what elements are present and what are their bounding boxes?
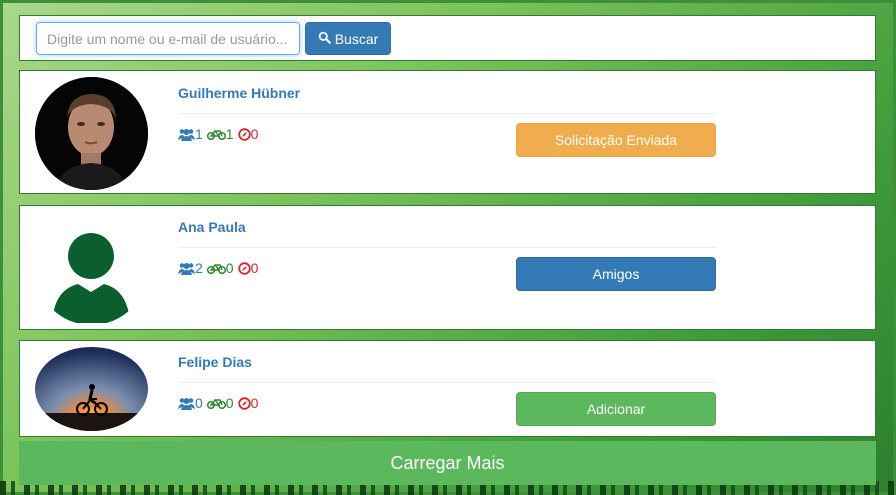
routes-count: 0 xyxy=(250,260,259,276)
rides-stat: 1 xyxy=(206,126,234,142)
compass-icon xyxy=(237,261,251,275)
user-name-link[interactable]: Guilherme Hübner xyxy=(178,85,300,101)
friend-request-sent-button[interactable]: Solicitação Enviada xyxy=(516,123,716,157)
search-input[interactable] xyxy=(36,22,300,55)
avatar[interactable] xyxy=(35,347,148,431)
friends-stat: 0 xyxy=(178,395,203,411)
friends-stat: 1 xyxy=(178,126,203,142)
bicycle-icon xyxy=(206,128,226,140)
friends-count: 1 xyxy=(195,126,203,142)
add-friend-button[interactable]: Adicionar xyxy=(516,392,716,426)
routes-count: 0 xyxy=(250,126,259,142)
user-card: Guilherme Hübner 1 1 0 Solicitação Envia… xyxy=(19,70,876,194)
user-card: Felipe Dias 0 0 0 Adicionar xyxy=(19,340,876,437)
rides-count: 0 xyxy=(225,395,234,411)
friends-count: 2 xyxy=(195,260,203,276)
users-group-icon xyxy=(178,128,195,141)
divider xyxy=(178,382,716,383)
bicycle-icon xyxy=(206,397,226,409)
friends-count: 0 xyxy=(195,395,203,411)
routes-count: 0 xyxy=(250,395,259,411)
rides-stat: 0 xyxy=(206,395,234,411)
load-more-button[interactable]: Carregar Mais xyxy=(19,441,876,485)
users-group-icon xyxy=(178,262,195,275)
search-icon xyxy=(318,31,331,47)
routes-stat: 0 xyxy=(237,260,259,276)
search-button-label: Buscar xyxy=(334,30,379,47)
user-stats: 1 1 0 xyxy=(178,126,258,142)
compass-icon xyxy=(237,396,251,410)
user-name-link[interactable]: Felipe Dias xyxy=(178,354,252,370)
rides-count: 0 xyxy=(225,260,234,276)
avatar[interactable] xyxy=(35,77,148,190)
search-button[interactable]: Buscar xyxy=(305,22,391,55)
routes-stat: 0 xyxy=(237,126,259,142)
user-stats: 0 0 0 xyxy=(178,395,258,411)
user-stats: 2 0 0 xyxy=(178,260,258,276)
users-group-icon xyxy=(178,397,195,410)
bicycle-icon xyxy=(206,262,226,274)
avatar[interactable] xyxy=(35,212,148,325)
user-name-link[interactable]: Ana Paula xyxy=(178,219,246,235)
divider xyxy=(178,247,716,248)
divider xyxy=(178,113,716,114)
friends-button[interactable]: Amigos xyxy=(516,257,716,291)
user-card: Ana Paula 2 0 0 Amigos xyxy=(19,205,876,330)
search-bar: Buscar xyxy=(19,15,876,61)
compass-icon xyxy=(237,127,251,141)
rides-stat: 0 xyxy=(206,260,234,276)
routes-stat: 0 xyxy=(237,395,259,411)
friends-stat: 2 xyxy=(178,260,203,276)
rides-count: 1 xyxy=(225,126,234,142)
